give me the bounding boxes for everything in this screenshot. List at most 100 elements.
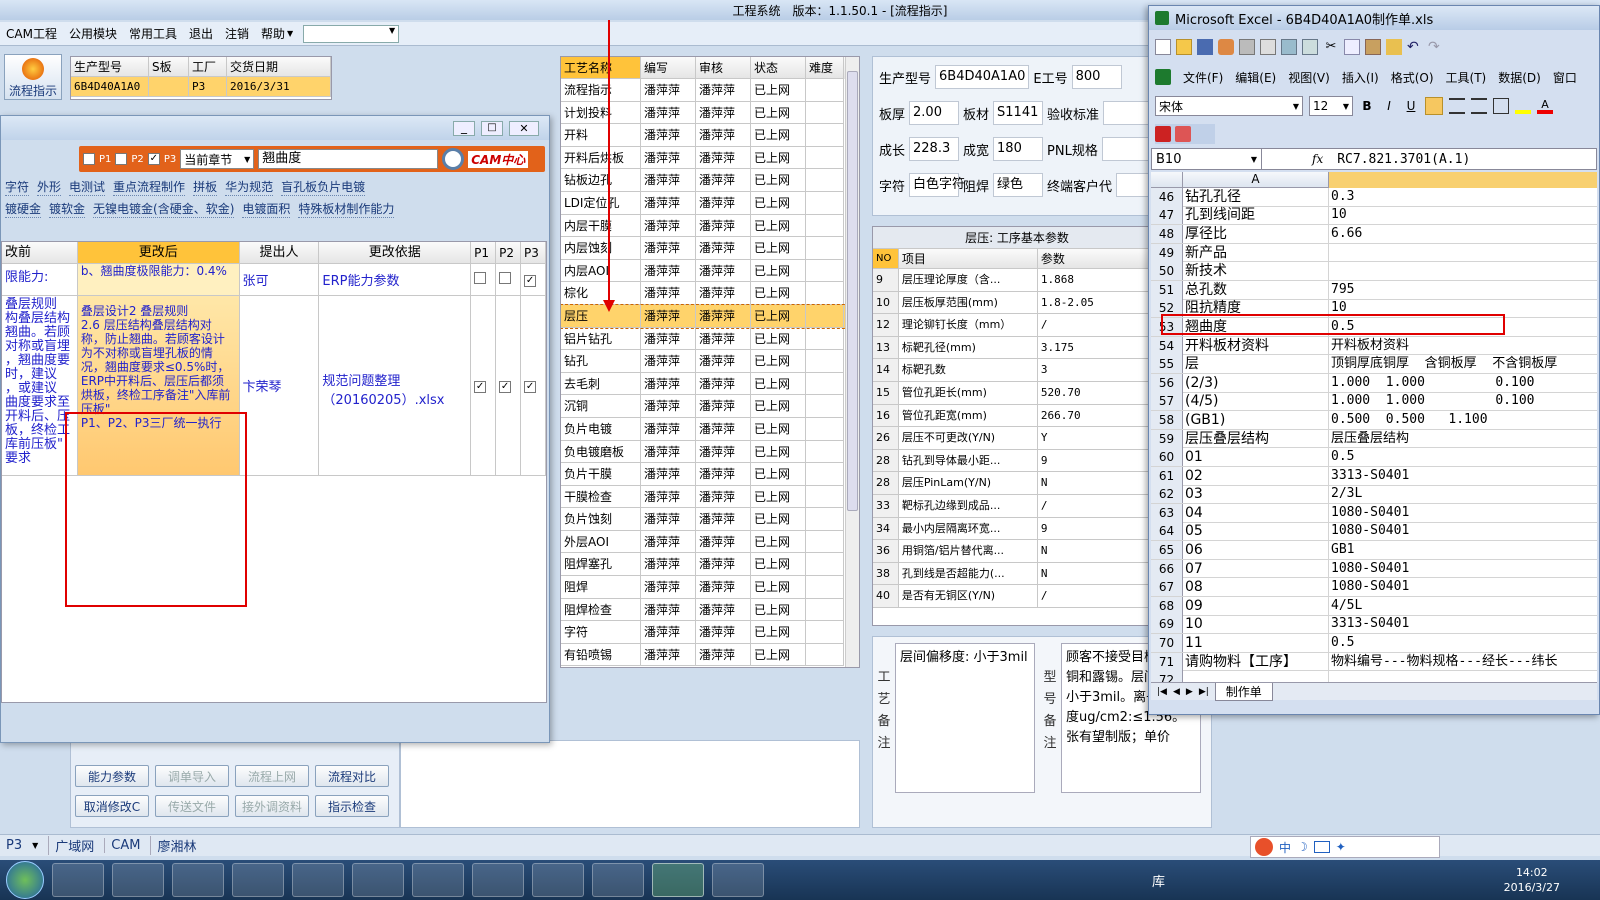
category-tab[interactable]: 拼板 <box>193 178 218 196</box>
row-number[interactable]: 63 <box>1151 503 1183 522</box>
redo-icon[interactable]: ↷ <box>1428 39 1444 55</box>
ime-indicator[interactable]: 库 <box>1152 871 1165 890</box>
taskbar-app-icon[interactable] <box>412 863 464 897</box>
table-row[interactable]: 负片蚀刻 潘萍萍 潘萍萍 已上网 <box>561 508 859 531</box>
excel-menu-window[interactable]: 窗口 <box>1553 69 1577 86</box>
taskbar-app-icon[interactable] <box>52 863 104 897</box>
cell-a[interactable]: 02 <box>1183 466 1329 485</box>
table-row[interactable]: 限能力: b、翘曲度极限能力：0.4% 张可 ERP能力参数 ✓ <box>2 264 546 296</box>
row-number[interactable]: 68 <box>1151 596 1183 615</box>
taskbar-pdf-icon[interactable] <box>712 863 764 897</box>
row1-p1-checkbox[interactable] <box>474 272 487 284</box>
cell-b[interactable] <box>1329 244 1597 262</box>
category-tab[interactable]: 特殊板材制作能力 <box>298 200 395 218</box>
cell-a[interactable]: 01 <box>1183 448 1329 467</box>
category-tab[interactable]: 盲孔板负片电镀 <box>281 178 366 196</box>
cell-b[interactable]: 0.500 0.500 1.100 <box>1329 411 1597 429</box>
cell-a[interactable]: 08 <box>1183 578 1329 597</box>
table-row[interactable]: 15 管位孔距长(mm) 520.70 <box>873 381 1161 405</box>
merge-center-icon[interactable] <box>1493 98 1509 114</box>
align-left-icon[interactable] <box>1425 97 1443 115</box>
cell-a[interactable]: 03 <box>1183 485 1329 504</box>
menu-cam[interactable]: CAM工程 <box>0 25 63 42</box>
table-row[interactable]: 内层AOI 潘萍萍 潘萍萍 已上网 <box>561 259 859 283</box>
row-number[interactable]: 69 <box>1151 615 1183 634</box>
taskbar-app-icon[interactable] <box>532 863 584 897</box>
table-row[interactable]: 沉铜 潘萍萍 潘萍萍 已上网 <box>561 395 859 418</box>
table-row[interactable]: 16 管位孔距宽(mm) 266.70 <box>873 404 1161 428</box>
last-sheet-icon[interactable]: ▶| <box>1199 687 1209 697</box>
cell-b[interactable]: 物料编号---物料规格---经长---纬长 <box>1329 653 1597 671</box>
cell-b[interactable]: 4/5L <box>1329 597 1597 615</box>
research-icon[interactable] <box>1302 39 1318 55</box>
row2-p2-checkbox[interactable]: ✓ <box>499 381 512 393</box>
cell-b[interactable]: 10 <box>1329 206 1597 224</box>
fill-color-icon[interactable] <box>1515 98 1531 114</box>
print-icon[interactable] <box>1239 39 1255 55</box>
info-value[interactable]: 2.00 <box>909 101 960 125</box>
cell-b[interactable]: 1080-S0401 <box>1329 560 1597 578</box>
paste-icon[interactable] <box>1365 39 1381 55</box>
table-row[interactable]: 有铅喷锡 潘萍萍 潘萍萍 已上网 <box>561 643 859 667</box>
taskbar-app-icon[interactable] <box>232 863 284 897</box>
row-number[interactable]: 64 <box>1151 522 1183 541</box>
row1-p3-checkbox[interactable]: ✓ <box>524 275 537 287</box>
instruction-check-button[interactable]: 指示检查 <box>315 795 389 817</box>
format-painter-icon[interactable] <box>1386 39 1402 55</box>
cell-b[interactable]: 3313-S0401 <box>1329 467 1597 485</box>
pdf-settings-icon[interactable] <box>1175 126 1191 142</box>
sheet-row[interactable]: 56 (2/3) 1.000 1.000 0.100 <box>1151 373 1597 393</box>
info-value[interactable]: 800 <box>1071 65 1122 89</box>
align-center-icon[interactable] <box>1449 98 1465 114</box>
sheet-row[interactable]: 60 01 0.5 <box>1151 448 1597 467</box>
process-note-text[interactable]: 层间偏移度: 小于3mil <box>895 643 1035 793</box>
menu-exit[interactable]: 退出 <box>183 25 219 42</box>
cell-a[interactable]: 09 <box>1183 596 1329 615</box>
table-row[interactable]: 38 孔到线是否超能力(... N <box>873 562 1161 586</box>
cell-a[interactable]: 新技术 <box>1183 262 1329 281</box>
toolbar-combo[interactable]: ▼ <box>303 24 400 43</box>
category-tab[interactable]: 重点流程制作 <box>113 178 186 196</box>
cell-a[interactable]: (4/5) <box>1183 392 1329 411</box>
cell-a[interactable]: (2/3) <box>1183 373 1329 392</box>
cell-a[interactable]: 孔到线间距 <box>1183 206 1329 225</box>
italic-icon[interactable]: I <box>1381 99 1397 113</box>
excel-menu-tools[interactable]: 工具(T) <box>1446 69 1487 86</box>
table-row[interactable]: 33 靶标孔边缘到成品... / <box>873 494 1161 518</box>
cell-b[interactable]: 顶铜厚底铜厚 含铜板厚 不含铜板厚 <box>1329 355 1597 373</box>
taskbar-app-icon[interactable] <box>172 863 224 897</box>
taskbar-app-icon[interactable] <box>352 863 404 897</box>
close-icon[interactable]: ✕ <box>509 120 539 136</box>
cell-b[interactable]: 2/3L <box>1329 485 1597 503</box>
undo-icon[interactable]: ↶ <box>1407 39 1423 55</box>
category-tab[interactable]: 镀软金 <box>49 200 86 218</box>
column-a-header[interactable]: A <box>1183 172 1329 188</box>
row-number[interactable]: 70 <box>1151 634 1183 653</box>
excel-menu-file[interactable]: 文件(F) <box>1183 69 1223 86</box>
ime-mode-icon[interactable]: 中 <box>1279 839 1291 856</box>
cell-a[interactable]: 厚径比 <box>1183 224 1329 243</box>
chevron-down-icon[interactable]: ▼ <box>32 841 38 850</box>
table-row[interactable]: 负电镀磨板 潘萍萍 潘萍萍 已上网 <box>561 440 859 464</box>
sheet-row[interactable]: 72 <box>1151 671 1597 682</box>
row-number[interactable]: 55 <box>1151 355 1183 374</box>
send-file-button[interactable]: 传送文件 <box>155 795 229 817</box>
info-value[interactable] <box>1103 101 1154 125</box>
cell-b[interactable]: 3313-S0401 <box>1329 615 1597 633</box>
table-row[interactable]: 26 层压不可更改(Y/N) Y <box>873 427 1161 450</box>
font-size-select[interactable]: 12 ▼ <box>1309 96 1353 116</box>
ime-moon-icon[interactable]: ☽ <box>1297 840 1308 854</box>
cell-b[interactable] <box>1329 262 1597 280</box>
sheet-row[interactable]: 46 钻孔孔径 0.3 <box>1151 187 1597 207</box>
row-number[interactable]: 65 <box>1151 541 1183 560</box>
category-tab[interactable]: 电测试 <box>69 178 106 196</box>
maximize-icon[interactable]: □ <box>481 120 503 136</box>
table-row[interactable]: 阻焊检查 潘萍萍 潘萍萍 已上网 <box>561 598 859 622</box>
sheet-row[interactable]: 54 开料板材资料 开料板材资料 <box>1151 336 1597 356</box>
cell-b[interactable]: 0.3 <box>1329 188 1597 206</box>
taskbar-excel-icon[interactable] <box>652 863 704 897</box>
table-row[interactable]: 内层蚀刻 潘萍萍 潘萍萍 已上网 <box>561 237 859 260</box>
table-row[interactable]: 40 是否有无铜区(Y/N) / <box>873 585 1161 608</box>
cell-b[interactable]: 1080-S0401 <box>1329 578 1597 596</box>
row-number[interactable]: 48 <box>1151 224 1183 243</box>
